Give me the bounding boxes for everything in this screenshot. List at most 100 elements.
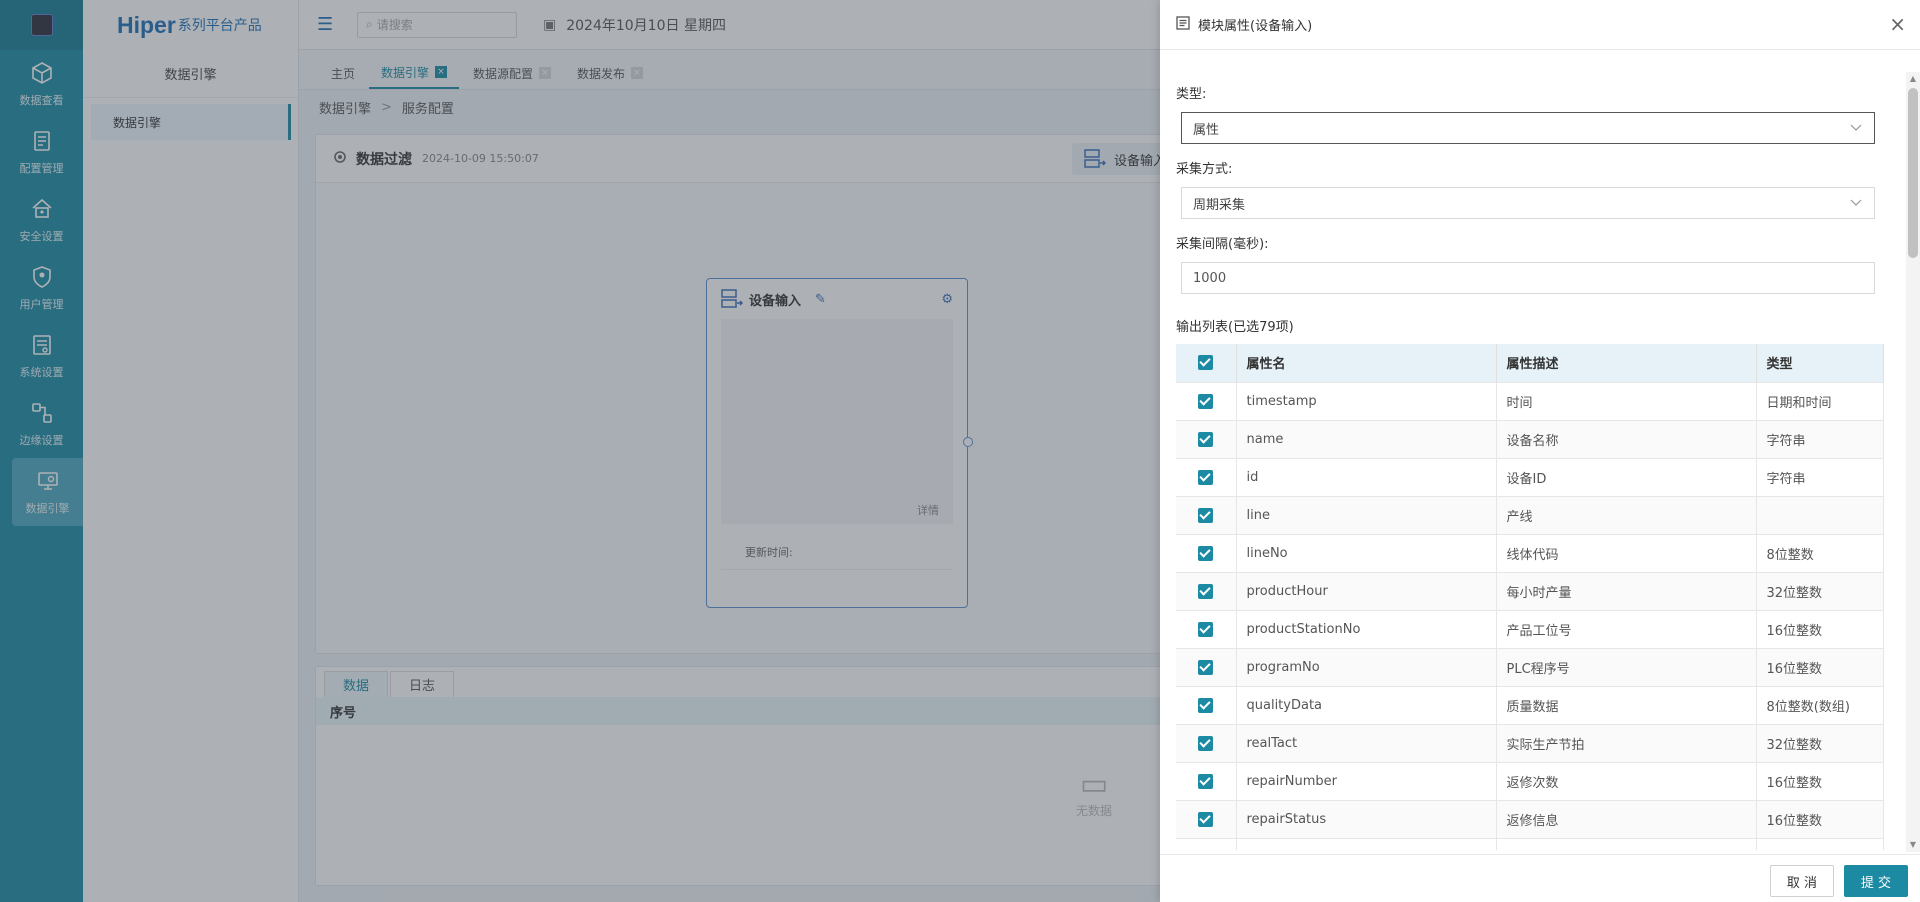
cell-desc: 设备ID [1496,457,1757,496]
submit-button[interactable]: 提 交 [1843,865,1908,897]
table-row[interactable]: id 设备ID 字符串 [1176,457,1884,496]
cell-type: 字符串 [1756,419,1884,458]
cell-desc: 返修次数 [1496,761,1757,800]
row-checkbox[interactable] [1198,469,1214,485]
row-checkbox[interactable] [1198,431,1214,447]
type-select[interactable]: 属性 [1181,112,1875,144]
column-header-type: 类型 [1756,344,1884,382]
table-row[interactable]: programNo PLC程序号 16位整数 [1176,647,1884,686]
cell-type: 16位整数 [1756,609,1884,648]
table-row[interactable]: requestOnline申请上线布尔值 [1176,837,1884,850]
cell-name: repairStatus [1236,799,1497,838]
row-checkbox-cell [1176,761,1237,800]
interval-input[interactable]: 1000 [1181,262,1875,294]
cell-name: qualityData [1236,685,1497,724]
cell-type: 8位整数 [1756,533,1884,572]
column-header-desc: 属性描述 [1496,344,1757,382]
row-checkbox[interactable] [1198,507,1214,523]
drawer-scrollbar[interactable]: ▲ ▼ [1906,72,1920,852]
scroll-thumb[interactable] [1908,88,1918,258]
row-checkbox[interactable] [1198,735,1214,751]
table-header-row: 属性名 属性描述 类型 [1176,344,1884,382]
cell-desc: 返修信息 [1496,799,1757,838]
row-checkbox[interactable] [1198,621,1214,637]
row-checkbox-cell [1176,381,1237,420]
table-row[interactable]: productHour 每小时产量 32位整数 [1176,571,1884,610]
cell-name: programNo [1236,647,1497,686]
scroll-up-icon[interactable]: ▲ [1906,72,1920,86]
cell-type: 16位整数 [1756,647,1884,686]
table-row[interactable]: repairNumber 返修次数 16位整数 [1176,761,1884,800]
table-row[interactable]: qualityData 质量数据 8位整数(数组) [1176,685,1884,724]
method-value: 周期采集 [1193,197,1246,213]
interval-label: 采集间隔(毫秒): [1176,237,1269,252]
table-row[interactable]: realTact 实际生产节拍 32位整数 [1176,723,1884,762]
row-checkbox[interactable] [1198,659,1214,675]
row-checkbox-cell [1176,837,1237,850]
cell-desc: 产线 [1496,495,1757,534]
cell-name: productStationNo [1236,609,1497,648]
row-checkbox[interactable] [1198,393,1214,409]
row-checkbox-cell [1176,495,1237,534]
drawer-title: 模块属性(设备输入) [1198,19,1313,34]
cell-desc: 质量数据 [1496,685,1757,724]
cell-type: 字符串 [1756,457,1884,496]
row-checkbox-cell [1176,647,1237,686]
row-checkbox-cell [1176,419,1237,458]
column-header-name: 属性名 [1236,344,1497,382]
drawer-header: 模块属性(设备输入) × [1160,0,1920,50]
row-checkbox-cell [1176,533,1237,572]
cell-name: lineNo [1236,533,1497,572]
table-row[interactable]: repairStatus 返修信息 16位整数 [1176,799,1884,838]
table-row[interactable]: name 设备名称 字符串 [1176,419,1884,458]
type-label: 类型: [1176,87,1207,102]
cell-desc: PLC程序号 [1496,647,1757,686]
chevron-down-icon [1850,196,1862,212]
table-row[interactable]: timestamp 时间 日期和时间 [1176,381,1884,420]
cell-name: realTact [1236,723,1497,762]
interval-value: 1000 [1193,270,1227,286]
cell-type: 日期和时间 [1756,381,1884,420]
cancel-button[interactable]: 取 消 [1769,865,1834,897]
close-icon[interactable]: × [1889,14,1906,34]
table-row[interactable]: lineNo 线体代码 8位整数 [1176,533,1884,572]
method-label: 采集方式: [1176,162,1233,177]
module-properties-drawer: 模块属性(设备输入) × 类型: 属性 采集方式: 周期采集 采集间隔(毫秒):… [1160,0,1920,902]
cell-type: 布尔值 [1756,837,1884,850]
cell-type: 32位整数 [1756,723,1884,762]
row-checkbox[interactable] [1198,811,1214,827]
row-checkbox-cell [1176,685,1237,724]
drawer-body: 类型: 属性 采集方式: 周期采集 采集间隔(毫秒): 1000 输出列表(已选… [1176,50,1898,850]
cell-desc: 时间 [1496,381,1757,420]
cell-type: 16位整数 [1756,799,1884,838]
cell-desc: 设备名称 [1496,419,1757,458]
cell-name: name [1236,419,1497,458]
table-row[interactable]: line 产线 [1176,495,1884,534]
cell-desc: 申请上线 [1496,837,1757,850]
select-all-checkbox[interactable] [1198,355,1214,371]
output-list-label: 输出列表(已选79项) [1176,320,1294,335]
method-select[interactable]: 周期采集 [1181,187,1875,219]
row-checkbox[interactable] [1198,545,1214,561]
cell-desc: 线体代码 [1496,533,1757,572]
cell-name: requestOnline [1236,837,1497,850]
row-checkbox[interactable] [1198,583,1214,599]
document-icon [1176,15,1190,34]
output-properties-table: 属性名 属性描述 类型 timestamp 时间 日期和时间 name 设备名称 字符串 i… [1176,344,1884,850]
cell-name: productHour [1236,571,1497,610]
scroll-down-icon[interactable]: ▼ [1906,838,1920,852]
type-value: 属性 [1193,122,1220,138]
select-all-cell [1176,344,1237,382]
cell-type: 16位整数 [1756,761,1884,800]
cell-type [1756,495,1884,534]
cell-name: repairNumber [1236,761,1497,800]
cell-desc: 实际生产节拍 [1496,723,1757,762]
cell-desc: 每小时产量 [1496,571,1757,610]
table-row[interactable]: productStationNo 产品工位号 16位整数 [1176,609,1884,648]
row-checkbox[interactable] [1198,697,1214,713]
row-checkbox-cell [1176,723,1237,762]
drawer-footer: 取 消 提 交 [1160,854,1920,902]
chevron-down-icon [1850,121,1862,137]
row-checkbox[interactable] [1198,773,1214,789]
row-checkbox-cell [1176,571,1237,610]
